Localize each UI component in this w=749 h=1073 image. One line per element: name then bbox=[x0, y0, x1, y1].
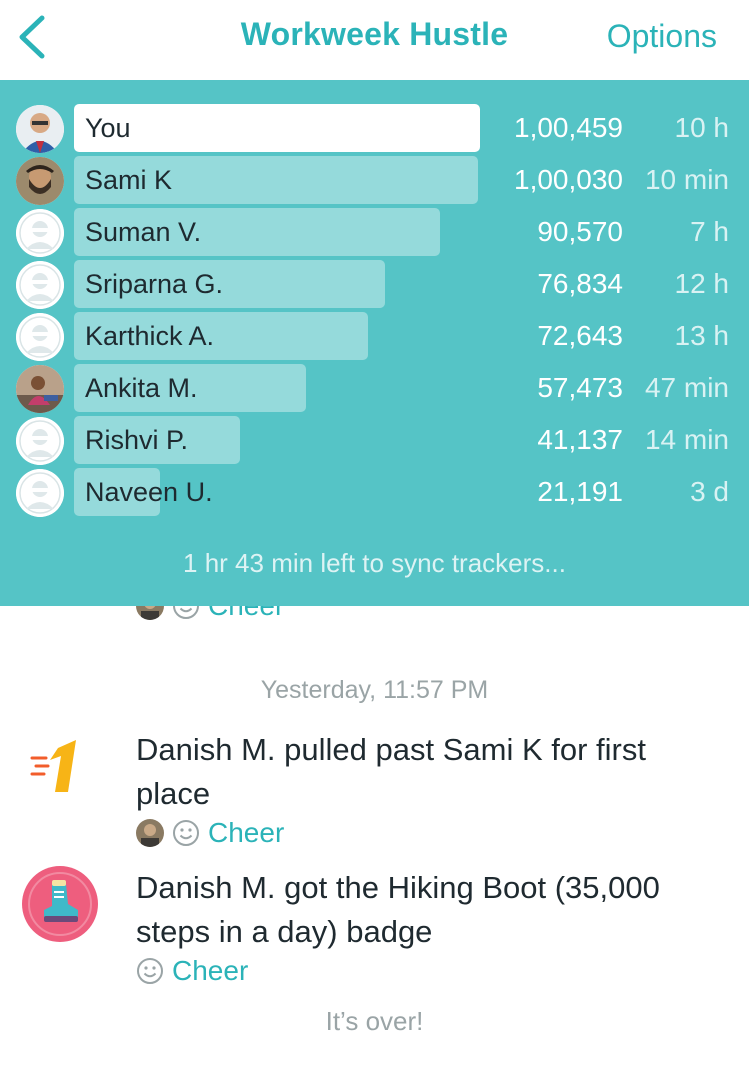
top-bar: Workweek Hustle Options bbox=[0, 0, 749, 80]
user-avatar bbox=[16, 157, 64, 205]
feed-item-text: Danish M. got the Hiking Boot (35,000 st… bbox=[136, 870, 660, 949]
step-count: 41,137 bbox=[537, 424, 623, 455]
last-sync-time: 10 min bbox=[644, 164, 729, 195]
step-count: 1,00,459 bbox=[514, 112, 623, 143]
last-sync-time: 47 min bbox=[644, 372, 729, 403]
leaderboard-panel: You 1,00,459 10 h Sami K 1,00,030 10 min Suman… bbox=[0, 80, 749, 606]
default-user-icon bbox=[16, 261, 64, 309]
cheer-button[interactable]: Cheer bbox=[172, 955, 248, 987]
step-count: 21,191 bbox=[537, 476, 623, 507]
default-user-icon bbox=[16, 313, 64, 361]
default-user-icon bbox=[16, 209, 64, 257]
participant-name: Naveen U. bbox=[85, 477, 213, 507]
leaderboard-row[interactable]: Karthick A. 72,643 13 h bbox=[0, 312, 749, 362]
hiking-boot-badge-icon bbox=[22, 866, 98, 942]
step-count: 57,473 bbox=[537, 372, 623, 403]
leaderboard-row[interactable]: Sriparna G. 76,834 12 h bbox=[0, 260, 749, 310]
leaderboard-row[interactable]: Sami K 1,00,030 10 min bbox=[0, 156, 749, 206]
feed-item-text: Danish M. pulled past Sami K for first p… bbox=[136, 732, 646, 811]
participant-name: Rishvi P. bbox=[85, 425, 189, 455]
challenge-end-text: It’s over! bbox=[325, 1006, 424, 1036]
sync-status: 1 hr 43 min left to sync trackers... bbox=[183, 548, 566, 578]
last-sync-time: 3 d bbox=[690, 476, 729, 507]
feed-timestamp: Yesterday, 11:57 PM bbox=[260, 676, 489, 704]
default-user-icon bbox=[16, 417, 64, 465]
participant-name: Sami K bbox=[85, 165, 173, 195]
cheer-row: Cheer bbox=[136, 955, 248, 987]
back-button[interactable] bbox=[14, 14, 54, 60]
leaderboard-row[interactable]: Rishvi P. 41,137 14 min bbox=[0, 416, 749, 466]
chevron-left-icon bbox=[19, 15, 45, 59]
last-sync-time: 12 h bbox=[674, 268, 730, 299]
participant-name: Suman V. bbox=[85, 217, 202, 247]
step-count: 1,00,030 bbox=[514, 164, 623, 195]
cheer-button[interactable]: Cheer bbox=[208, 817, 284, 849]
steps-progress-bar bbox=[74, 104, 480, 152]
cheer-row: Cheer bbox=[136, 817, 284, 849]
last-sync-time: 13 h bbox=[674, 320, 730, 351]
smile-icon bbox=[173, 820, 199, 846]
default-user-icon bbox=[16, 469, 64, 517]
step-count: 90,570 bbox=[537, 216, 623, 247]
last-sync-time: 7 h bbox=[690, 216, 729, 247]
last-sync-time: 10 h bbox=[674, 112, 730, 143]
step-count: 72,643 bbox=[537, 320, 623, 351]
participant-name: Karthick A. bbox=[85, 321, 215, 351]
step-count: 76,834 bbox=[537, 268, 623, 299]
participant-name: Ankita M. bbox=[85, 373, 198, 403]
leaderboard-row[interactable]: You 1,00,459 10 h bbox=[0, 104, 749, 154]
first-place-icon bbox=[30, 740, 76, 792]
leaderboard-row[interactable]: Suman V. 90,570 7 h bbox=[0, 208, 749, 258]
participant-name: Sriparna G. bbox=[85, 269, 224, 299]
cheer-user-avatar bbox=[136, 819, 164, 847]
user-avatar bbox=[16, 105, 64, 153]
leaderboard-row[interactable]: Ankita M. 57,473 47 min bbox=[0, 364, 749, 414]
participant-name: You bbox=[85, 113, 131, 143]
user-avatar bbox=[16, 365, 64, 413]
options-button[interactable]: Options bbox=[607, 18, 717, 55]
leaderboard-row[interactable]: Naveen U. 21,191 3 d bbox=[0, 468, 749, 518]
last-sync-time: 14 min bbox=[644, 424, 729, 455]
smile-icon bbox=[137, 958, 163, 984]
